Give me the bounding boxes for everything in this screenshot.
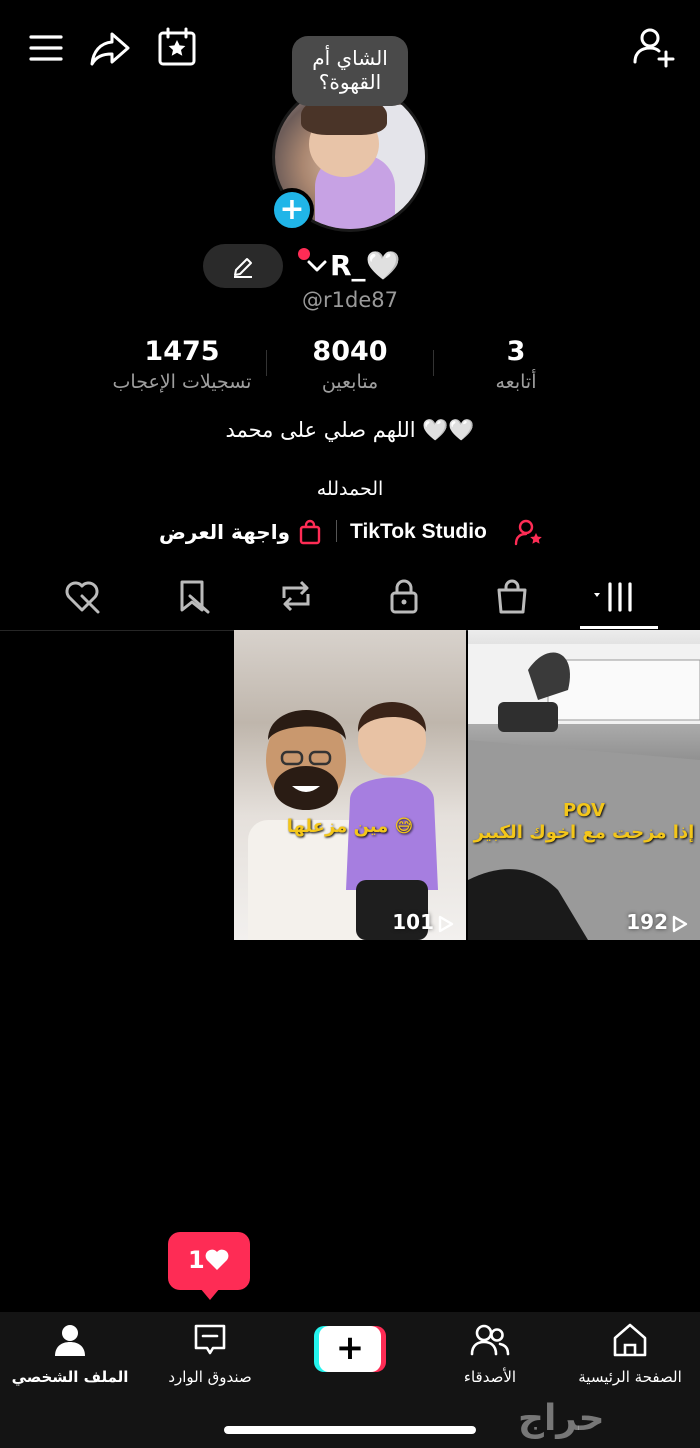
- plus-icon: +: [335, 1328, 365, 1368]
- heart-icon: [205, 1249, 229, 1270]
- calendar-star-icon[interactable]: [156, 26, 198, 68]
- status-note-text: الشاي أم القهوة؟: [312, 46, 388, 94]
- bio-line-1: اللهم صلي على محمد 🤍🤍: [225, 418, 475, 442]
- video-caption: POV إذا مزحت مع اخوك الكبير: [473, 800, 695, 843]
- nav-friends-label: الأصدقاء: [463, 1368, 517, 1386]
- view-count-value: 101: [392, 910, 434, 934]
- bio-line-2: الحمدلله: [316, 478, 384, 500]
- play-icon: [438, 915, 454, 932]
- status-note-bubble[interactable]: الشاي أم القهوة؟: [292, 36, 408, 106]
- heart-hidden-icon: [65, 581, 100, 614]
- friends-icon: [470, 1324, 510, 1356]
- repost-icon: [282, 580, 310, 612]
- notification-count: 1: [188, 1246, 205, 1274]
- inbox-icon: [194, 1324, 226, 1355]
- home-indicator[interactable]: [224, 1426, 476, 1434]
- thumbnail-image: [468, 644, 700, 940]
- nav-home-label: الصفحة الرئيسية: [578, 1368, 682, 1386]
- username: @r1de87: [0, 288, 700, 312]
- nav-profile-label: الملف الشخصي: [11, 1368, 129, 1386]
- nav-inbox[interactable]: صندوق الوارد: [140, 1322, 280, 1394]
- add-user-icon[interactable]: [630, 24, 676, 70]
- active-tab-indicator: [580, 626, 658, 629]
- menu-icon[interactable]: [26, 28, 66, 68]
- view-count: 192: [626, 910, 688, 934]
- view-count-value: 192: [626, 910, 668, 934]
- tab-videos[interactable]: [584, 576, 644, 624]
- grid-icon: [594, 582, 632, 612]
- tab-reposts[interactable]: [266, 576, 326, 624]
- links-divider: [336, 520, 337, 542]
- share-icon[interactable]: [88, 26, 132, 70]
- tab-private[interactable]: [374, 576, 434, 624]
- shopping-bag-icon: [299, 519, 321, 545]
- haraj-watermark: حراج: [518, 1398, 605, 1439]
- nav-home[interactable]: الصفحة الرئيسية: [560, 1322, 700, 1394]
- tab-favorites[interactable]: [162, 576, 222, 624]
- following-count: 3: [506, 336, 526, 367]
- edit-profile-button[interactable]: [203, 244, 283, 288]
- thumbnail-image: [346, 702, 438, 940]
- home-icon: [613, 1323, 647, 1357]
- tiktok-studio-link[interactable]: TikTok Studio: [348, 514, 548, 550]
- username-text: @r1de87: [302, 288, 398, 312]
- video-thumbnail[interactable]: مين مزعلها 😅 101: [234, 630, 466, 940]
- chevron-down-icon[interactable]: [306, 256, 328, 276]
- user-star-icon: [514, 519, 542, 546]
- nav-profile[interactable]: الملف الشخصي: [0, 1322, 140, 1394]
- activity-notification-bubble[interactable]: 1: [168, 1232, 250, 1300]
- tiktok-studio-label: TikTok Studio: [350, 520, 487, 543]
- lock-icon: [390, 579, 418, 614]
- video-caption: مين مزعلها 😅: [286, 816, 414, 837]
- bookmark-hidden-icon: [180, 580, 210, 614]
- following-label: أتابعه: [495, 371, 537, 393]
- tab-shop[interactable]: [482, 576, 542, 624]
- create-button[interactable]: +: [314, 1326, 386, 1372]
- storefront-label: واجهة العرض: [159, 520, 290, 544]
- nav-friends[interactable]: الأصدقاء: [420, 1322, 560, 1394]
- display-name[interactable]: R_🤍: [330, 246, 400, 286]
- view-count: 101: [392, 910, 454, 934]
- play-icon: [672, 915, 688, 932]
- profile-icon: [55, 1325, 85, 1356]
- tab-liked-hidden[interactable]: [52, 576, 112, 624]
- video-thumbnail[interactable]: POV إذا مزحت مع اخوك الكبير 192: [468, 630, 700, 940]
- shopping-bag-icon: [497, 579, 527, 614]
- storefront-link[interactable]: واجهة العرض: [150, 514, 330, 550]
- nav-inbox-label: صندوق الوارد: [168, 1368, 252, 1386]
- add-avatar-plus-icon[interactable]: +: [270, 188, 314, 232]
- pencil-icon: [234, 258, 252, 278]
- stat-following[interactable]: 3 أتابعه: [416, 336, 616, 396]
